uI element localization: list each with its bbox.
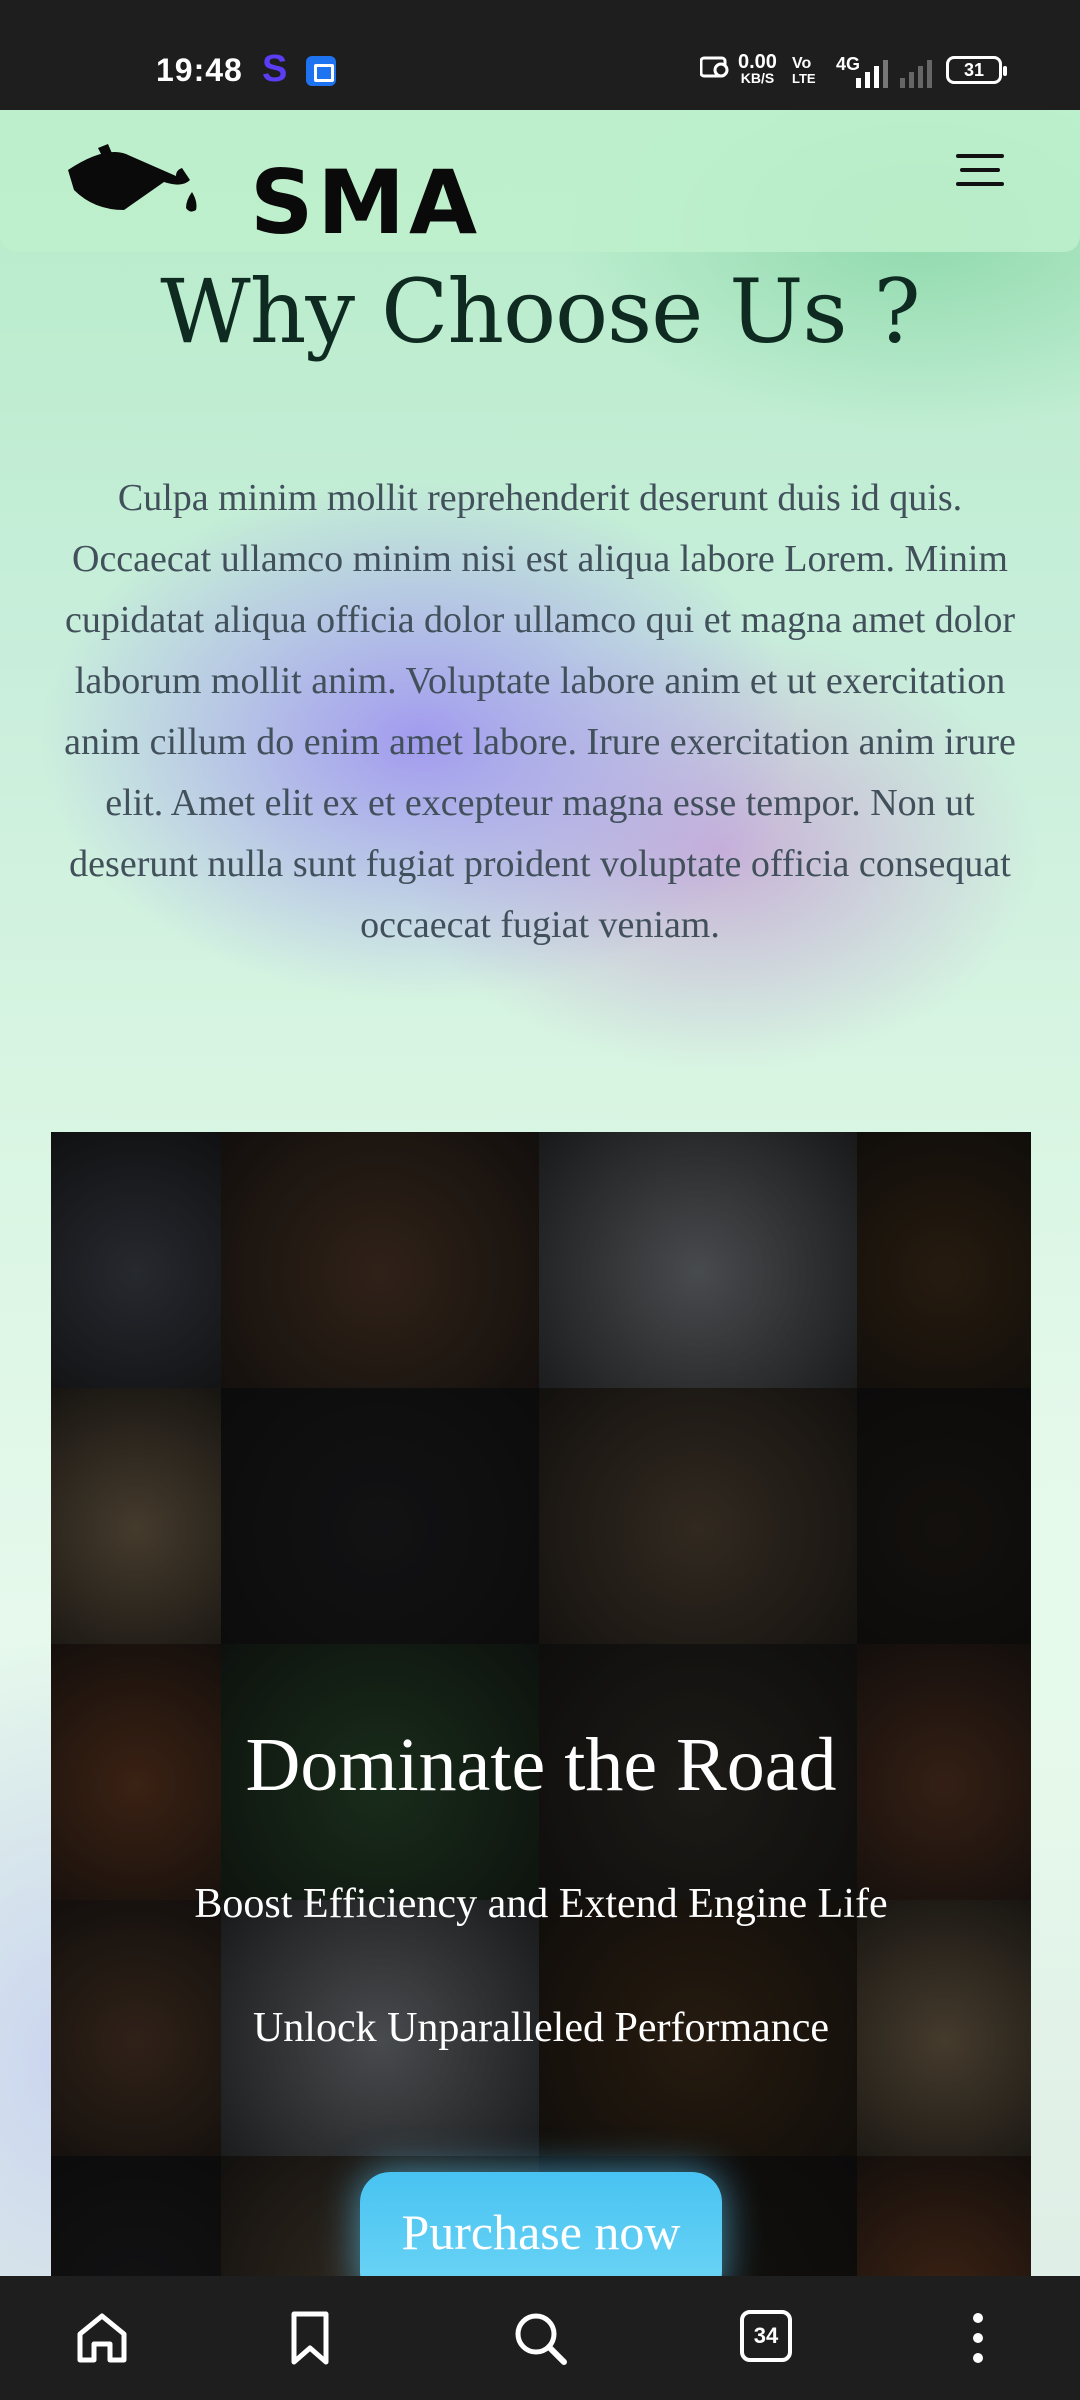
- notification-app-icon: [306, 56, 336, 86]
- home-button[interactable]: [66, 2302, 138, 2374]
- volte-top: Vo: [792, 55, 812, 72]
- volte-bottom: LTE: [792, 71, 816, 86]
- site-header: SMA: [0, 110, 1080, 252]
- status-time: 19:48: [156, 52, 243, 88]
- hero-gallery: Dominate the Road Boost Efficiency and E…: [51, 1132, 1031, 2276]
- network-speed-unit: KB/S: [740, 70, 775, 86]
- volte-indicator: Vo LTE: [792, 55, 816, 87]
- network-speed-icon: [699, 54, 730, 83]
- more-options-button[interactable]: [942, 2302, 1014, 2374]
- menu-line-icon: [956, 154, 1004, 158]
- status-bar: 19:48 S 0.00 KB/S Vo LTE 4G 31: [0, 0, 1080, 110]
- browser-bottom-nav: 34: [0, 2276, 1080, 2400]
- s-app-icon: S: [262, 48, 288, 90]
- section-intro-text: Culpa minim mollit reprehenderit deserun…: [64, 477, 1016, 946]
- purchase-now-button[interactable]: Purchase now: [360, 2172, 722, 2276]
- hero-subtitle-2: Unlock Unparalleled Performance: [252, 2005, 830, 2051]
- menu-line-icon: [960, 168, 1000, 172]
- hero-subtitle-1: Boost Efficiency and Extend Engine Life: [194, 1881, 888, 1927]
- network-speed-value: 0.00: [738, 51, 777, 73]
- bookmark-icon: [291, 2311, 329, 2365]
- search-icon: [515, 2313, 567, 2365]
- hamburger-menu-button[interactable]: [956, 152, 1004, 192]
- bookmarks-button[interactable]: [274, 2302, 346, 2374]
- battery-icon: 31: [946, 56, 1007, 84]
- web-page: SMA Why Choose Us ? Culpa minim mollit r…: [0, 110, 1080, 2276]
- section-heading: Why Choose Us ?: [160, 260, 920, 363]
- more-vertical-icon: [973, 2313, 983, 2363]
- home-icon: [77, 2313, 127, 2363]
- menu-line-icon: [956, 182, 1004, 186]
- search-button[interactable]: [504, 2302, 576, 2374]
- site-logo[interactable]: SMA: [64, 140, 477, 248]
- gallery-overlay: [51, 1132, 1031, 2276]
- tabs-button[interactable]: 34: [732, 2302, 804, 2374]
- signal-strength-sim2-icon: [900, 60, 932, 88]
- tabs-count: 34: [740, 2310, 792, 2362]
- hero-title: Dominate the Road: [245, 1723, 837, 1807]
- signal-strength-icon: [856, 60, 888, 88]
- oil-can-icon: [68, 144, 197, 212]
- logo-text: SMA: [250, 151, 482, 254]
- network-speed: 0.00 KB/S: [738, 51, 777, 86]
